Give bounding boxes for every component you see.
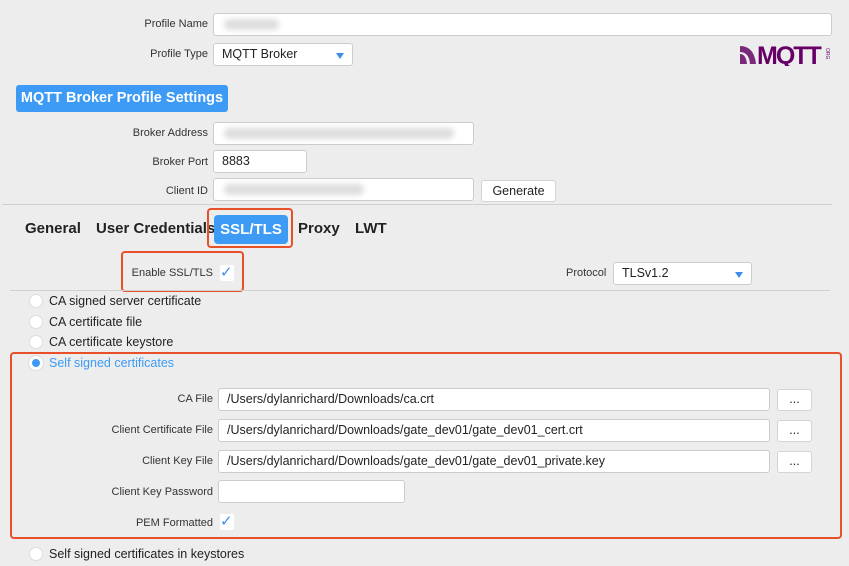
protocol-value: TLSv1.2 xyxy=(622,266,669,280)
option-label: CA certificate keystore xyxy=(49,335,174,349)
profile-type-label: Profile Type xyxy=(150,48,208,60)
profile-type-value: MQTT Broker xyxy=(222,47,298,61)
tab-user-credentials[interactable]: User Credentials xyxy=(96,220,215,237)
option-label: Self signed certificates in keystores xyxy=(49,547,245,561)
profile-name-label: Profile Name xyxy=(144,18,208,30)
mqtt-logo: MQTT ORG xyxy=(740,42,832,70)
tab-proxy[interactable]: Proxy xyxy=(298,220,340,237)
browse-client-cert-button[interactable]: ... xyxy=(777,420,812,442)
profile-type-select[interactable]: MQTT Broker xyxy=(213,43,353,66)
browse-client-key-button[interactable]: ... xyxy=(777,451,812,473)
option-label: CA certificate file xyxy=(49,315,143,329)
profile-name-input[interactable] xyxy=(213,13,832,36)
client-cert-input[interactable]: /Users/dylanrichard/Downloads/gate_dev01… xyxy=(218,419,770,442)
svg-text:MQTT: MQTT xyxy=(757,42,822,66)
client-key-password-input[interactable] xyxy=(218,480,405,503)
enable-ssl-label: Enable SSL/TLS xyxy=(131,267,213,279)
tab-ssl-tls[interactable]: SSL/TLS xyxy=(214,215,288,244)
ca-file-input[interactable]: /Users/dylanrichard/Downloads/ca.crt xyxy=(218,388,770,411)
pem-formatted-checkbox[interactable]: ✓ xyxy=(220,514,234,530)
client-key-input[interactable]: /Users/dylanrichard/Downloads/gate_dev01… xyxy=(218,450,770,473)
enable-ssl-checkbox[interactable]: ✓ xyxy=(220,265,234,281)
protocol-label: Protocol xyxy=(566,267,607,279)
broker-port-input[interactable]: 8883 xyxy=(213,150,307,173)
client-id-input[interactable] xyxy=(213,178,474,201)
tab-lwt[interactable]: LWT xyxy=(355,220,387,237)
generate-button[interactable]: Generate xyxy=(481,180,556,202)
option-label: CA signed server certificate xyxy=(49,294,202,308)
client-id-label: Client ID xyxy=(165,185,208,197)
option-label: Self signed certificates xyxy=(49,356,175,370)
client-key-password-label: Client Key Password xyxy=(111,486,214,498)
radio-ca-signed-server[interactable] xyxy=(29,294,43,308)
radio-self-signed-keystores[interactable] xyxy=(29,547,43,561)
radio-self-signed[interactable] xyxy=(29,356,43,370)
broker-address-input[interactable] xyxy=(213,122,474,145)
svg-text:ORG: ORG xyxy=(824,48,830,60)
chevron-down-icon xyxy=(735,272,743,278)
client-key-label: Client Key File xyxy=(142,455,213,467)
broker-address-label: Broker Address xyxy=(132,127,208,139)
profile-settings-button[interactable]: MQTT Broker Profile Settings xyxy=(16,85,228,112)
radio-ca-certificate-keystore[interactable] xyxy=(29,335,43,349)
chevron-down-icon xyxy=(336,53,344,59)
browse-ca-file-button[interactable]: ... xyxy=(777,389,812,411)
ca-file-label: CA File xyxy=(177,393,213,405)
broker-port-label: Broker Port xyxy=(152,156,208,168)
pem-formatted-label: PEM Formatted xyxy=(135,517,213,529)
client-cert-label: Client Certificate File xyxy=(111,424,213,436)
protocol-select[interactable]: TLSv1.2 xyxy=(613,262,752,285)
tab-general[interactable]: General xyxy=(25,220,81,237)
radio-ca-certificate-file[interactable] xyxy=(29,315,43,329)
